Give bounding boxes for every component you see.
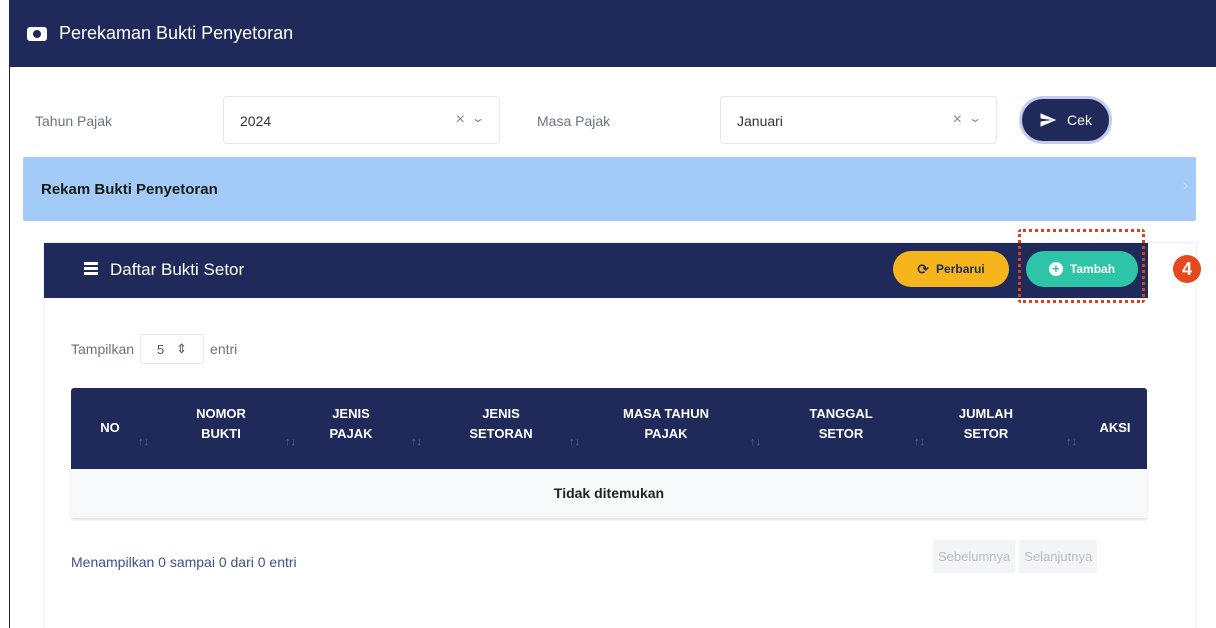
cek-button[interactable]: Cek [1019,96,1112,144]
card-title: Daftar Bukti Setor [110,260,245,279]
col-no[interactable]: NO [95,418,125,438]
sort-icon[interactable]: ↑↓ [914,436,925,448]
page-length-control: Tampilkan 5 ⇕ entri [71,334,237,364]
page-length-select[interactable]: 5 ⇕ [140,334,205,364]
clear-icon[interactable]: × [953,111,962,129]
refresh-icon: ⟳ [917,260,930,277]
col-masa-tahun-pajak[interactable]: MASA TAHUN PAJAK [606,404,726,444]
sort-icon[interactable]: ↑↓ [285,436,296,448]
tahun-pajak-value: 2024 [240,113,272,129]
tahun-pajak-select[interactable]: 2024 × ⌄ [223,96,500,144]
list-icon [84,262,98,275]
page-length-value: 5 [156,341,165,357]
page-title: Perekaman Bukti Penyetoran [59,23,294,43]
tahun-pajak-label: Tahun Pajak [35,113,113,129]
col-aksi: AKSI [1099,420,1131,435]
masa-pajak-value: Januari [737,113,783,129]
chevron-down-icon[interactable]: ⌄ [471,111,485,125]
col-jenis-pajak[interactable]: JENIS PAJAK [321,404,381,444]
chevron-down-icon[interactable]: ⌄ [968,111,982,125]
perbarui-label: Perbarui [936,262,985,276]
empty-table-row: Tidak ditemukan [71,469,1147,518]
bukti-setor-table: NO ↑↓ NOMOR BUKTI ↑↓ JENIS PAJAK ↑↓ JENIS S… [71,388,1147,518]
masa-pajak-select[interactable]: Januari × ⌄ [720,96,997,144]
col-nomor-bukti[interactable]: NOMOR BUKTI [176,404,266,444]
section-title: Rekam Bukti Penyetoran [41,181,218,198]
pagination: Sebelumnya Selanjutnya [929,540,1098,573]
chevron-right-icon: › [1182,177,1188,194]
col-jumlah-setor[interactable]: JUMLAH SETOR [941,404,1031,444]
length-suffix: entri [210,341,238,357]
sort-icon[interactable]: ↑↓ [1066,436,1077,448]
rekam-bukti-section[interactable]: Rekam Bukti Penyetoran › [23,157,1196,221]
clear-icon[interactable]: × [456,111,465,129]
cek-button-label: Cek [1067,112,1092,128]
sort-icon[interactable]: ↑↓ [411,436,422,448]
previous-button[interactable]: Sebelumnya [933,540,1016,573]
page-header: Perekaman Bukti Penyetoran [9,0,1216,67]
perbarui-button[interactable]: ⟳ Perbarui [893,251,1009,287]
highlight-box [1018,229,1145,303]
col-tanggal-setor[interactable]: TANGGAL SETOR [796,404,886,444]
step-badge: 4 [1173,255,1201,283]
sort-updown-icon: ⇕ [176,341,188,356]
masa-pajak-label: Masa Pajak [537,113,611,129]
length-prefix: Tampilkan [71,341,135,357]
sort-icon[interactable]: ↑↓ [569,436,580,448]
table-info: Menampilkan 0 sampai 0 dari 0 entri [71,554,297,570]
table-header: NO ↑↓ NOMOR BUKTI ↑↓ JENIS PAJAK ↑↓ JENIS S… [71,388,1147,469]
camera-icon [27,26,47,41]
send-icon [1040,113,1057,127]
next-button[interactable]: Selanjutnya [1019,540,1098,573]
col-jenis-setoran[interactable]: JENIS SETORAN [456,404,546,444]
sort-icon[interactable]: ↑↓ [750,436,761,448]
sort-icon[interactable]: ↑↓ [138,436,149,448]
